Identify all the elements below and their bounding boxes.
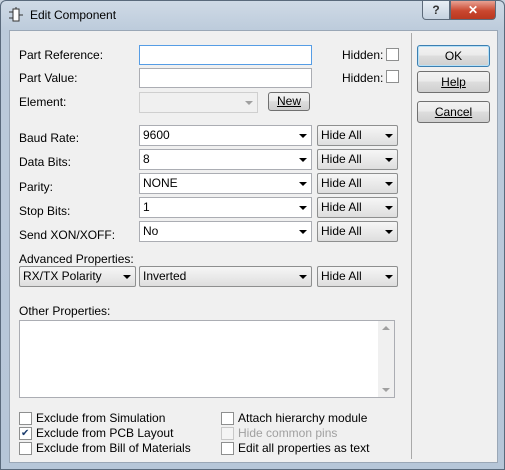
edit-as-text-label: Edit all properties as text	[238, 441, 370, 455]
chevron-down-icon	[385, 182, 393, 186]
data-bits-label: Data Bits:	[19, 155, 72, 169]
data-bits-visibility-select[interactable]: Hide All	[317, 149, 398, 170]
parity-label: Parity:	[19, 180, 54, 194]
attach-hierarchy-checkbox[interactable]	[221, 412, 234, 425]
ok-button[interactable]: OK	[417, 45, 490, 67]
element-select[interactable]	[139, 92, 258, 113]
chevron-down-icon	[385, 158, 393, 162]
other-properties-scrollbar[interactable]	[378, 321, 394, 397]
baud-rate-visibility-select[interactable]: Hide All	[317, 125, 398, 146]
hide-common-pins-checkbox[interactable]	[221, 427, 234, 440]
other-properties-label: Other Properties:	[19, 304, 111, 318]
advanced-value-select[interactable]: Inverted	[139, 266, 312, 287]
title-bar[interactable]: Edit Component ? ✕	[1, 1, 504, 29]
part-reference-hidden-checkbox[interactable]	[386, 48, 399, 61]
title-close-button[interactable]: ✕	[450, 1, 496, 20]
chevron-down-icon	[385, 206, 393, 210]
part-reference-input[interactable]	[139, 45, 312, 65]
scroll-up-icon[interactable]	[382, 326, 390, 330]
exclude-bom-label: Exclude from Bill of Materials	[36, 441, 191, 455]
part-value-hidden-label: Hidden:	[342, 71, 384, 85]
data-bits-select[interactable]: 8	[139, 149, 312, 170]
cancel-button[interactable]: Cancel	[417, 101, 490, 123]
stop-bits-select[interactable]: 1	[139, 197, 312, 218]
advanced-visibility-select[interactable]: Hide All	[317, 266, 398, 287]
component-icon	[9, 7, 23, 22]
baud-rate-label: Baud Rate:	[19, 131, 80, 145]
send-xon-xoff-label: Send XON/XOFF:	[19, 228, 116, 242]
baud-rate-select[interactable]: 9600	[139, 125, 312, 146]
chevron-down-icon	[299, 206, 307, 210]
window-title: Edit Component	[30, 8, 117, 22]
scroll-down-icon[interactable]	[382, 388, 390, 392]
help-button[interactable]: Help	[417, 71, 490, 93]
part-value-input[interactable]	[139, 68, 312, 88]
chevron-down-icon	[385, 275, 393, 279]
part-reference-hidden-label: Hidden:	[342, 48, 384, 62]
send-xon-xoff-visibility-select[interactable]: Hide All	[317, 221, 398, 242]
chevron-down-icon	[299, 158, 307, 162]
dialog-body: Part Reference: Hidden: Part Value: Hidd…	[9, 30, 498, 463]
new-element-button[interactable]: New	[268, 92, 310, 111]
exclude-pcb-layout-checkbox[interactable]	[19, 427, 32, 440]
chevron-down-icon	[299, 134, 307, 138]
part-value-hidden-checkbox[interactable]	[386, 70, 399, 83]
parity-select[interactable]: NONE	[139, 173, 312, 194]
edit-component-window: Edit Component ? ✕ Part Reference: Hidde…	[0, 0, 505, 470]
chevron-down-icon	[385, 230, 393, 234]
exclude-simulation-checkbox[interactable]	[19, 412, 32, 425]
title-help-button[interactable]: ?	[422, 1, 450, 20]
edit-as-text-checkbox[interactable]	[221, 442, 234, 455]
chevron-down-icon	[299, 230, 307, 234]
chevron-down-icon	[299, 182, 307, 186]
advanced-properties-label: Advanced Properties:	[19, 252, 134, 266]
chevron-down-icon	[123, 275, 131, 279]
stop-bits-visibility-select[interactable]: Hide All	[317, 197, 398, 218]
send-xon-xoff-select[interactable]: No	[139, 221, 312, 242]
part-reference-label: Part Reference:	[19, 48, 104, 62]
other-properties-textarea[interactable]	[19, 320, 395, 398]
attach-hierarchy-label: Attach hierarchy module	[238, 411, 368, 425]
chevron-down-icon	[245, 101, 253, 105]
exclude-pcb-layout-label: Exclude from PCB Layout	[36, 426, 174, 440]
parity-visibility-select[interactable]: Hide All	[317, 173, 398, 194]
advanced-property-select[interactable]: RX/TX Polarity	[19, 266, 136, 287]
chevron-down-icon	[385, 134, 393, 138]
chevron-down-icon	[299, 275, 307, 279]
hide-common-pins-label: Hide common pins	[238, 426, 338, 440]
stop-bits-label: Stop Bits:	[19, 204, 71, 218]
element-label: Element:	[19, 95, 67, 109]
exclude-simulation-label: Exclude from Simulation	[36, 411, 166, 425]
exclude-bom-checkbox[interactable]	[19, 442, 32, 455]
part-value-label: Part Value:	[19, 71, 78, 85]
